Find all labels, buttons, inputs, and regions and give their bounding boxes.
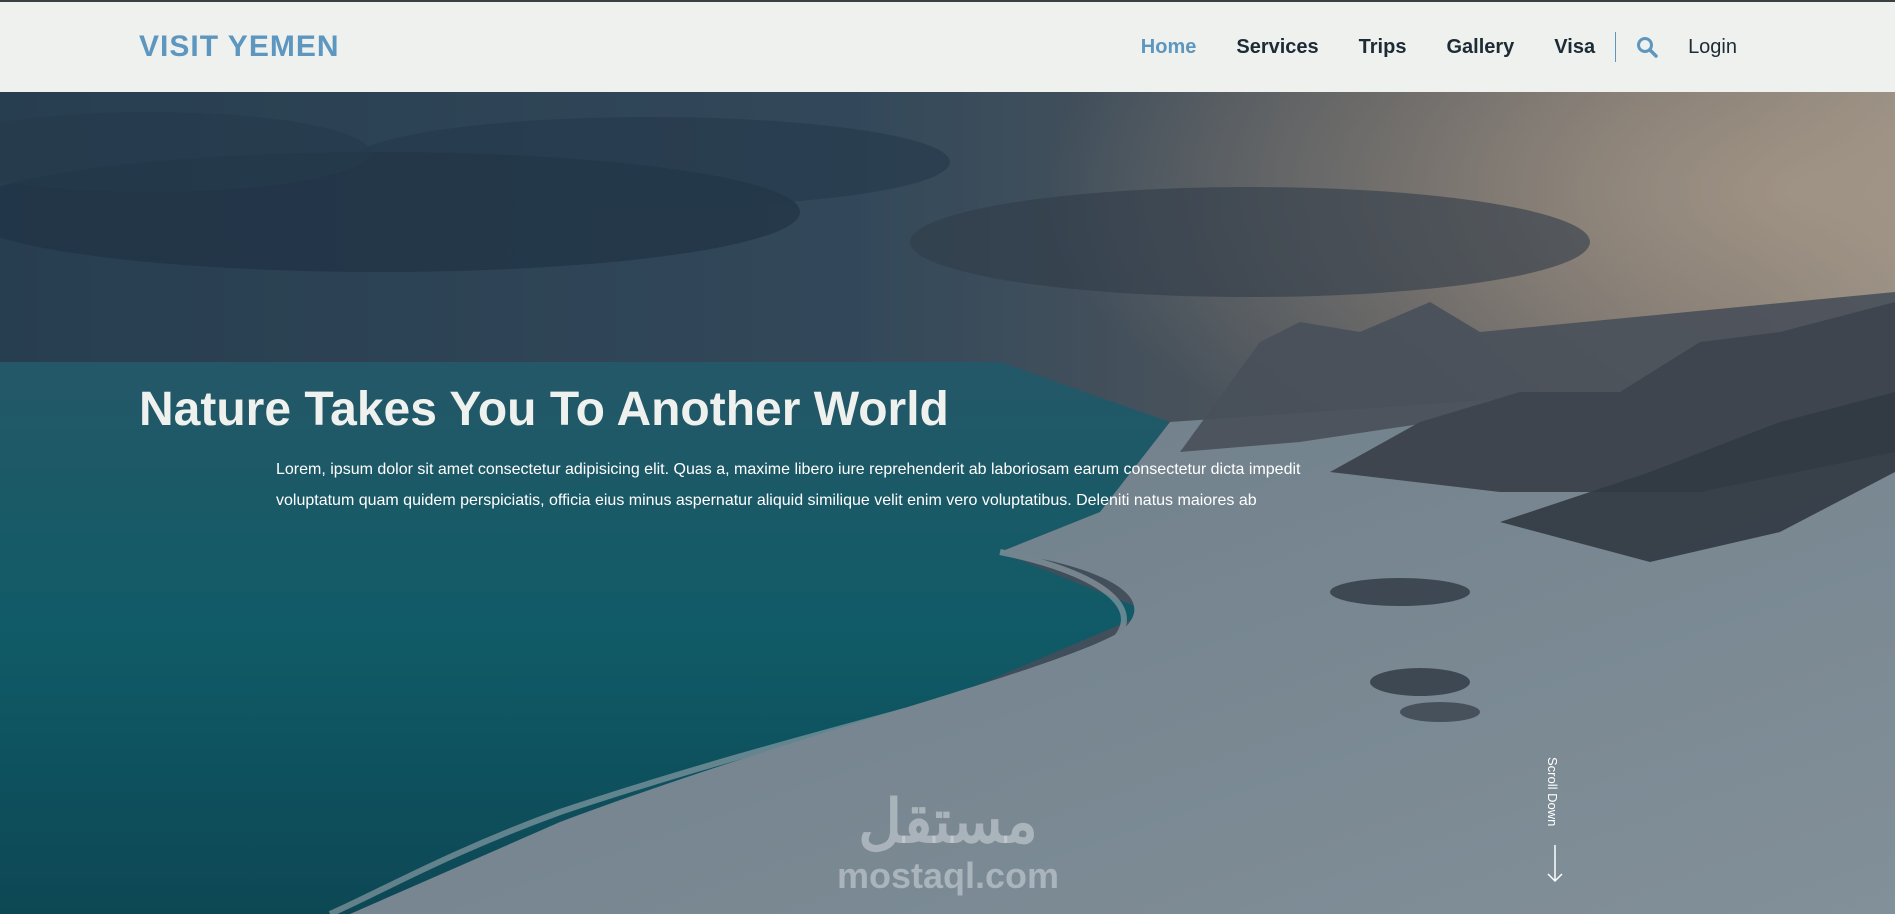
nav-home[interactable]: Home: [1141, 36, 1197, 59]
hero-section: Nature Takes You To Another World Lorem,…: [0, 92, 1895, 914]
main-nav: Home Services Trips Gallery Visa Login: [1101, 2, 1737, 92]
arrow-down-icon: [1545, 845, 1565, 890]
nav-visa[interactable]: Visa: [1554, 36, 1595, 59]
nav-services[interactable]: Services: [1236, 36, 1318, 59]
search-icon[interactable]: [1636, 36, 1658, 58]
scroll-down-button[interactable]: Scroll Down: [1545, 757, 1565, 914]
site-logo[interactable]: VISIT YEMEN: [139, 30, 340, 64]
hero-title: Nature Takes You To Another World: [139, 383, 949, 436]
hero-description: Lorem, ipsum dolor sit amet consectetur …: [276, 461, 1301, 509]
scroll-down-label: Scroll Down: [1545, 757, 1560, 827]
login-link[interactable]: Login: [1688, 36, 1737, 59]
nav-divider: [1615, 32, 1617, 62]
mostaql-watermark: مستقل mostaql.com: [828, 787, 1068, 907]
site-header: VISIT YEMEN Home Services Trips Gallery …: [0, 2, 1895, 92]
nav-gallery[interactable]: Gallery: [1446, 36, 1514, 59]
watermark-arabic: مستقل: [858, 788, 1038, 855]
nav-trips[interactable]: Trips: [1359, 36, 1407, 59]
watermark-latin: mostaql.com: [836, 855, 1060, 896]
